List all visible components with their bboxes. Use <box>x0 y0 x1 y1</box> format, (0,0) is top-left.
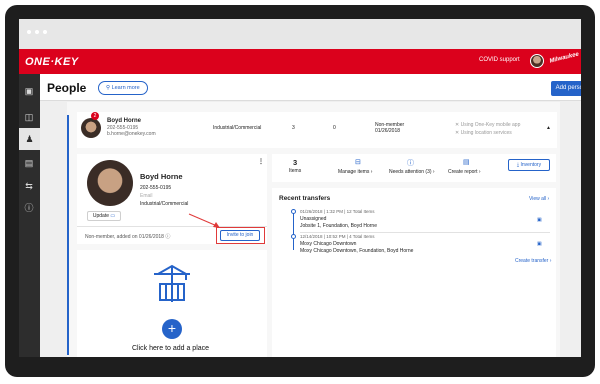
document-icon[interactable]: ▣ <box>537 241 542 247</box>
page-header: People ⚲ Learn more Add person <box>40 74 581 101</box>
needs-attention-label: Needs attention (3) <box>389 169 432 175</box>
manage-items-link[interactable]: Manage items › <box>338 169 372 175</box>
timeline-dot <box>291 234 296 239</box>
update-label: Update <box>92 213 109 219</box>
create-report-link[interactable]: Create report › <box>448 169 481 175</box>
app-usage: ✕ Using One-Key mobile app <box>455 122 520 128</box>
learn-more-label: Learn more <box>111 85 140 91</box>
needs-attention-link[interactable]: Needs attention (3) › <box>389 169 435 175</box>
added-status: Non-member, added on 01/26/2018 ⓘ <box>85 233 170 240</box>
people-panel: 2 Boyd Horne 202-555-0195 b.horne@onekey… <box>67 102 560 357</box>
add-place-button[interactable]: + <box>162 319 182 339</box>
window-dot[interactable] <box>35 30 39 34</box>
collapse-chevron-icon[interactable]: ▲ <box>546 125 551 131</box>
add-person-button[interactable]: Add person <box>551 81 581 96</box>
map-icon[interactable]: ◫ <box>22 110 36 124</box>
person-trade: Industrial/Commercial <box>213 125 262 131</box>
items-count: 3 <box>293 158 298 167</box>
transfer-meta: 12/14/2018 | 10:52 PM | 4 Total Items <box>300 234 375 239</box>
view-all-label: View all <box>529 196 547 202</box>
items-label: Items <box>289 168 302 174</box>
covid-support-link[interactable]: COVID support <box>479 57 520 63</box>
profile-trade: Industrial/Commercial <box>140 201 189 207</box>
main-content: 2 Boyd Horne 202-555-0195 b.horne@onekey… <box>40 101 581 357</box>
manage-items-label: Manage items <box>338 169 370 175</box>
sidebar: ▣ ◫ ♟ ▤ ⇆ ⓘ <box>19 74 40 357</box>
toolbox-icon[interactable]: ▣ <box>22 84 36 98</box>
info-icon[interactable]: ⓘ <box>165 234 170 240</box>
inventory-label: Inventory <box>520 162 542 168</box>
timeline-dot <box>291 209 296 214</box>
add-place-card[interactable]: + Click here to add a place <box>77 250 267 357</box>
toolbox-icon: ⊟ <box>355 159 361 166</box>
create-report-label: Create report <box>448 169 478 175</box>
location-usage-label: Using location services <box>460 130 512 136</box>
create-transfer-label: Create transfer <box>515 258 549 264</box>
recent-transfers-card: Recent transfers View all › 01/26/2018 |… <box>272 188 556 357</box>
top-bar: ONE·KEY COVID support Milwaukee <box>19 49 581 74</box>
avatar <box>81 118 101 138</box>
document-icon[interactable]: ▣ <box>537 217 542 223</box>
count-items: 3 <box>292 125 295 131</box>
info-icon: ⓘ <box>407 160 414 167</box>
added-text: Non-member, added on 01/26/2018 <box>85 234 164 240</box>
brand-logo: Milwaukee <box>548 51 580 65</box>
id-card-icon: ▭ <box>110 213 116 219</box>
transfer-meta: 01/26/2018 | 1:32 PM | 12 Total Items <box>300 209 375 214</box>
profile-phone: 202-555-0195 <box>140 185 172 191</box>
browser-window: ONE·KEY COVID support Milwaukee ▣ ◫ ♟ ▤ … <box>19 19 581 357</box>
selection-bar <box>67 115 69 355</box>
transfer-line2: Moxy Chicago Downtown, Foundation, Boyd … <box>300 248 414 254</box>
user-avatar[interactable] <box>530 54 544 68</box>
transfer-line2: Jobsite 1, Foundation, Boyd Horne <box>300 223 377 229</box>
timeline-line <box>293 210 294 250</box>
window-dot[interactable] <box>43 30 47 34</box>
browser-chrome <box>19 19 581 49</box>
create-transfer-link[interactable]: Create transfer › <box>515 258 551 264</box>
more-options-icon[interactable]: ⋮ <box>258 158 264 165</box>
app-logo[interactable]: ONE·KEY <box>25 56 79 68</box>
profile-card: Boyd Horne 202-555-0195 Email Industrial… <box>77 154 267 244</box>
profile-name: Boyd Horne <box>140 172 183 181</box>
person-email: b.horne@onekey.com <box>107 131 156 137</box>
device-frame: ONE·KEY COVID support Milwaukee ▣ ◫ ♟ ▤ … <box>5 5 595 377</box>
page-title: People <box>47 81 87 95</box>
member-date: 01/26/2018 <box>375 128 401 134</box>
view-all-link[interactable]: View all › <box>529 196 549 202</box>
inventory-button[interactable]: ⤓ Inventory <box>508 159 550 171</box>
person-icon[interactable]: ♟ <box>19 128 40 150</box>
location-usage: ✕ Using location services <box>455 130 512 136</box>
update-button[interactable]: Update ▭ <box>87 211 121 221</box>
transfers-title: Recent transfers <box>279 195 331 202</box>
transfer-line1: Moxy Chicago Downtown <box>300 241 357 247</box>
report-icon: ▤ <box>463 159 470 166</box>
invite-to-join-button[interactable]: Invite to join <box>220 230 260 241</box>
report-icon[interactable]: ▤ <box>22 156 36 170</box>
profile-photo <box>87 160 133 206</box>
learn-more-button[interactable]: ⚲ Learn more <box>98 81 148 95</box>
profile-email-empty: Email <box>140 193 153 199</box>
window-dot[interactable] <box>27 30 31 34</box>
person-name: Boyd Horne <box>107 118 142 124</box>
bulb-icon: ⚲ <box>106 85 111 91</box>
transfer-line1: Unassigned <box>300 216 327 222</box>
annotation-arrow <box>188 213 220 228</box>
row-divider <box>300 232 550 233</box>
count-attention: 0 <box>333 125 336 131</box>
app-usage-label: Using One-Key mobile app <box>460 122 521 128</box>
alert-icon[interactable]: ⓘ <box>22 201 36 215</box>
person-row[interactable]: 2 Boyd Horne 202-555-0195 b.horne@onekey… <box>77 112 557 148</box>
notification-badge: 2 <box>91 112 99 120</box>
add-place-label: Click here to add a place <box>132 345 210 352</box>
stats-card: 3 Items ⊟ Manage items › ⓘ Needs attenti… <box>272 154 556 182</box>
crane-icon <box>154 264 190 302</box>
transfer-icon[interactable]: ⇆ <box>22 179 36 193</box>
